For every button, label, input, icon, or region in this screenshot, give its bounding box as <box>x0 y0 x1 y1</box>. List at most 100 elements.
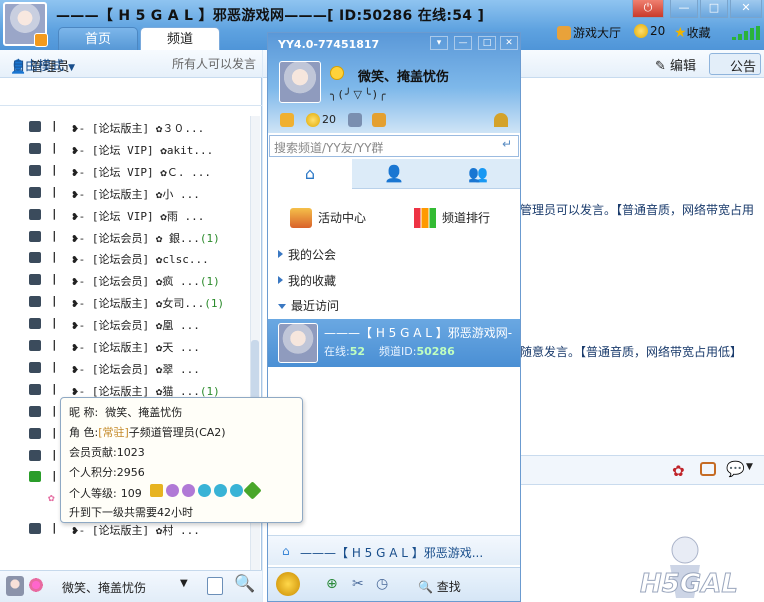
table-row[interactable]: | ❥- [论坛会员] ✿凰 ... <box>0 313 250 335</box>
tree-recent-visits[interactable]: 最近访问 <box>278 297 339 314</box>
table-row[interactable]: | ❥- [论坛 VIP] ✿akit... <box>0 138 250 160</box>
crown-icon <box>149 484 163 497</box>
history-icon[interactable]: ◷ <box>376 576 388 592</box>
mode-bar <box>0 82 262 106</box>
mail-icon[interactable] <box>372 113 386 127</box>
mic-icon: ❥- <box>72 143 86 157</box>
tab-home[interactable]: 首页 <box>58 27 138 50</box>
flower-icon[interactable] <box>28 577 44 593</box>
maximize-button[interactable]: □ <box>478 36 496 50</box>
mic-icon: ❥- <box>72 165 86 179</box>
current-channel-title: ———【 H 5 G A L 】邪恶游戏... <box>300 546 484 560</box>
game-icon <box>557 26 571 40</box>
chat-bubble-icon[interactable]: 💬 <box>726 460 745 478</box>
lock-icon <box>29 318 41 330</box>
table-row[interactable]: | ❥- [论坛 VIP] ✿Ｃ. ... <box>0 160 250 182</box>
divider: | <box>51 140 58 154</box>
shop-icon[interactable] <box>348 113 362 127</box>
lock-icon <box>29 142 41 154</box>
tab-channel[interactable]: 频道 <box>140 27 220 50</box>
current-channel-bar[interactable]: ⌂ ———【 H 5 G A L 】邪恶游戏... <box>268 535 520 565</box>
lock-icon <box>29 340 41 351</box>
group-tab-icon[interactable]: 👥 <box>436 159 520 189</box>
channel-info: 在线:52 频道ID:50286 <box>324 345 455 358</box>
chevron-down-icon: ▼ <box>68 63 76 73</box>
minimize-button[interactable]: — <box>454 36 472 50</box>
gift-icon <box>290 208 312 228</box>
search-submit-icon[interactable]: ↵ <box>498 137 516 155</box>
card-points-row: 个人积分:2956 <box>69 466 145 479</box>
table-row[interactable]: | ❥- [论坛版主] ✿小 ... <box>0 182 250 204</box>
member-name: [论坛会员] ✿ 銀... <box>91 231 200 245</box>
game-lobby-button[interactable]: 游戏大厅 <box>557 24 621 41</box>
table-row[interactable]: | ❥- [论坛会员] ✿疯 ...(1) <box>0 269 250 291</box>
channel-ranking-link[interactable]: 频道排行 <box>414 208 490 228</box>
mic-icon: ❥- <box>72 122 86 135</box>
divider: | <box>51 250 58 264</box>
mic-icon: ❥- <box>72 341 86 354</box>
lock-icon <box>29 427 41 439</box>
lock-icon <box>29 164 41 176</box>
lock-icon <box>29 523 41 535</box>
card-level-row: 个人等级: 109 <box>69 481 262 501</box>
mic-icon: ❥- <box>72 319 86 333</box>
friend-tab-icon[interactable]: 👤 <box>352 159 436 189</box>
lock-icon <box>29 449 41 461</box>
divider: | <box>51 272 58 286</box>
channel-search-input[interactable]: 搜索频道/YY友/YY群 <box>269 135 519 157</box>
game-icon[interactable] <box>280 113 294 127</box>
favorites-button[interactable]: ★收藏 <box>674 24 711 41</box>
member-name: [论坛会员] ✿翠 ... <box>91 362 200 376</box>
window-title: YY4.0-77451817 <box>278 38 380 51</box>
maximize-button[interactable]: □ <box>700 0 728 18</box>
menu-button[interactable]: ▾ <box>430 36 448 50</box>
mic-icon: ❥- <box>72 384 86 398</box>
find-button[interactable]: 🔍 查找 <box>418 578 461 595</box>
list-icon[interactable] <box>207 577 223 595</box>
member-level: (1) <box>199 275 220 289</box>
level-icon[interactable] <box>494 113 508 127</box>
signal-icon <box>730 26 762 40</box>
table-row[interactable]: | ❥- [论坛会员] ✿翠 ... <box>0 357 250 379</box>
yy-bear-icon[interactable] <box>276 572 300 596</box>
mode-tip: 所有人可以发言 <box>172 57 257 71</box>
member-name: [论坛 VIP] ✿雨 ... <box>91 209 205 223</box>
user-avatar[interactable] <box>3 2 48 47</box>
tree-my-favorites[interactable]: 我的收藏 <box>278 272 336 289</box>
add-icon[interactable]: ⊕ <box>326 576 338 592</box>
divider: | <box>51 228 58 242</box>
profile-signature[interactable]: ╮(╯▽╰)╭ <box>330 88 388 101</box>
divider: | <box>51 381 58 395</box>
mic-icon: ❥- <box>72 362 86 376</box>
tree-my-guild[interactable]: 我的公会 <box>278 246 336 263</box>
table-row[interactable]: | ❥- [论坛版主] ✿３０... <box>0 116 250 138</box>
activity-center-link[interactable]: 活动中心 <box>290 208 366 228</box>
mode-dropdown[interactable]: 自由模式 ▼ <box>12 55 75 74</box>
table-row[interactable]: | ❥- [论坛版主] ✿女司...(1) <box>0 291 250 313</box>
minimize-button[interactable]: — <box>670 0 698 18</box>
flower-icon[interactable]: ✿ <box>672 462 685 480</box>
table-row[interactable]: | ❥- [论坛版主] ✿天 ... <box>0 335 250 357</box>
table-row[interactable]: | ❥- [论坛 VIP] ✿雨 ... <box>0 204 250 226</box>
profile-nickname: 微笑、掩盖忧伤 <box>358 70 450 85</box>
power-button[interactable]: ⏻ <box>632 0 664 18</box>
close-button[interactable]: ✕ <box>500 36 518 50</box>
edit-button[interactable]: ✎ 编辑 <box>655 55 696 74</box>
divider: | <box>51 447 58 461</box>
coin-icon <box>634 24 648 38</box>
notice-button[interactable]: 公告 <box>709 53 761 75</box>
search-icon[interactable]: 🔍 <box>234 574 255 594</box>
table-row[interactable]: | ❥- [论坛会员] ✿ 銀...(1) <box>0 226 250 248</box>
online-status-icon[interactable] <box>330 66 344 80</box>
mic-icon: ❥- <box>72 187 86 201</box>
gift-icon[interactable] <box>700 462 716 476</box>
recent-channel-item[interactable]: ———【 H 5 G A L 】邪恶游戏网- 在线:52 频道ID:50286 <box>268 319 520 367</box>
table-row[interactable]: | ❥- [论坛会员] ✿clsc... <box>0 247 250 269</box>
chevron-down-icon[interactable]: ▼ <box>180 578 188 589</box>
home-tab-icon[interactable]: ⌂ <box>268 159 352 189</box>
profile-avatar[interactable] <box>279 61 321 103</box>
my-avatar[interactable] <box>6 576 24 596</box>
tools-icon[interactable]: ✂ <box>352 576 364 592</box>
chevron-down-icon[interactable]: ▼ <box>746 462 753 472</box>
close-button[interactable]: ✕ <box>730 0 762 18</box>
